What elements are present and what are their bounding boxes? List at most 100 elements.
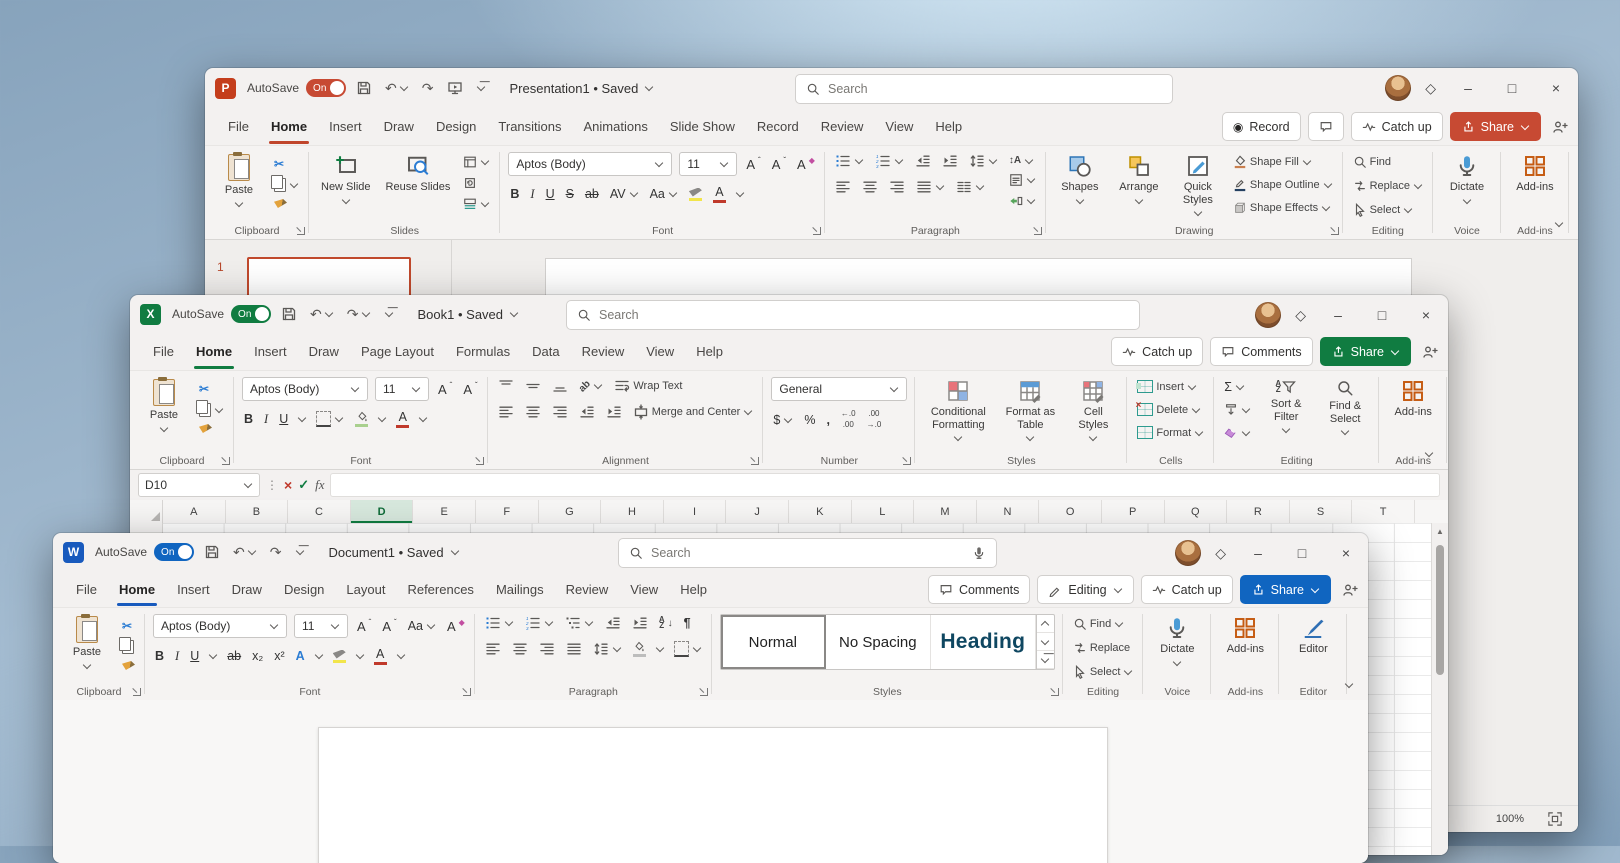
subscript-button[interactable]: x₂ <box>250 648 265 664</box>
grow-font-button[interactable]: Aˆ <box>436 381 454 398</box>
ribbon-tab[interactable]: Mailings <box>485 571 555 607</box>
ribbon-tab[interactable]: Review <box>555 571 620 607</box>
close-button[interactable]: × <box>1404 295 1448 335</box>
decrease-indent-button[interactable] <box>603 614 623 632</box>
scroll-up-icon[interactable]: ▲ <box>1432 523 1448 536</box>
sort-button[interactable]: AZ↓ <box>657 616 675 631</box>
paragraph-dialog-launcher[interactable] <box>1034 227 1042 235</box>
quick-styles-button[interactable]: Quick Styles <box>1172 152 1224 219</box>
avatar[interactable] <box>1175 540 1201 566</box>
column-header[interactable]: F <box>476 500 539 523</box>
minimize-button[interactable]: – <box>1446 68 1490 108</box>
column-header[interactable]: A <box>163 500 226 523</box>
column-header[interactable]: R <box>1227 500 1290 523</box>
accounting-format-button[interactable]: $ <box>771 412 795 428</box>
premium-diamond-icon[interactable]: ◇ <box>1425 80 1436 97</box>
avatar[interactable] <box>1385 75 1411 101</box>
quick-access-customize-button[interactable] <box>381 308 397 320</box>
merge-center-button[interactable]: Merge and Center <box>631 403 756 421</box>
redo-button[interactable]: ↷ <box>419 78 437 99</box>
align-left-button[interactable] <box>483 640 503 658</box>
undo-button[interactable]: ↶ <box>307 304 337 325</box>
redo-button[interactable]: ↷ <box>344 304 374 325</box>
ribbon-tab[interactable]: Page Layout <box>350 333 445 370</box>
clear-formatting-button[interactable]: A◆ <box>795 156 817 173</box>
bottom-align-button[interactable] <box>550 377 570 395</box>
orientation-button[interactable]: ab <box>577 380 606 393</box>
people-icon[interactable] <box>1342 582 1358 598</box>
vertical-scrollbar[interactable]: ▲ <box>1431 523 1448 855</box>
minimize-button[interactable]: – <box>1316 295 1360 335</box>
copy-button[interactable] <box>120 639 136 655</box>
styles-dialog-launcher[interactable] <box>1051 688 1059 696</box>
strikethrough-button[interactable]: ab <box>225 648 243 664</box>
multilevel-list-button[interactable] <box>563 614 596 632</box>
designer-button[interactable]: Designer <box>1577 152 1578 196</box>
line-spacing-button[interactable] <box>591 640 624 658</box>
cut-button[interactable]: ✂ <box>120 618 134 634</box>
cancel-button[interactable]: × <box>284 477 292 493</box>
shapes-button[interactable]: Shapes <box>1054 152 1106 207</box>
shrink-font-button[interactable]: Aˇ <box>461 381 479 398</box>
share-button[interactable]: Share <box>1450 112 1541 141</box>
document-title[interactable]: Presentation1 • Saved <box>510 81 655 96</box>
font-name-combo[interactable]: Aptos (Body) <box>508 152 672 176</box>
column-header[interactable]: J <box>726 500 789 523</box>
column-header[interactable]: L <box>852 500 915 523</box>
character-spacing-button[interactable]: AV <box>608 186 641 202</box>
select-button[interactable]: Select <box>1351 202 1416 218</box>
enter-button[interactable]: ✓ <box>298 477 309 493</box>
number-dialog-launcher[interactable] <box>903 457 911 465</box>
column-header[interactable]: H <box>601 500 664 523</box>
ribbon-tab[interactable]: File <box>217 108 260 145</box>
bold-button[interactable]: B <box>242 411 255 427</box>
align-right-button[interactable] <box>887 178 907 196</box>
shape-fill-button[interactable]: Shape Fill <box>1231 154 1314 170</box>
paste-button[interactable]: Paste <box>213 152 265 210</box>
maximize-button[interactable]: □ <box>1280 533 1324 573</box>
ribbon-tab[interactable]: Home <box>260 108 318 145</box>
column-header[interactable]: N <box>977 500 1040 523</box>
ribbon-tab[interactable]: Record <box>746 108 810 145</box>
ribbon-tab[interactable]: View <box>635 333 685 370</box>
font-size-combo[interactable]: 11 <box>294 614 348 638</box>
decrease-indent-button[interactable] <box>913 152 933 170</box>
find-select-button[interactable]: Find & Select <box>1319 377 1371 438</box>
align-left-button[interactable] <box>496 403 516 421</box>
column-header[interactable]: C <box>288 500 351 523</box>
ribbon-tab[interactable]: Help <box>685 333 734 370</box>
font-color-button[interactable]: A <box>394 409 411 429</box>
catch-up-button[interactable]: Catch up <box>1111 337 1203 366</box>
ribbon-tab[interactable]: Help <box>669 571 718 607</box>
cut-button[interactable]: ✂ <box>197 381 211 397</box>
comments-button[interactable] <box>1308 112 1344 141</box>
share-button[interactable]: Share <box>1320 337 1411 366</box>
ribbon-tab[interactable]: Design <box>425 108 487 145</box>
ribbon-tab[interactable]: Design <box>273 571 335 607</box>
fill-color-button[interactable] <box>353 410 370 428</box>
autosave-toggle[interactable]: On <box>231 305 271 323</box>
sort-filter-button[interactable]: AZSort & Filter <box>1260 377 1312 436</box>
insert-function-button[interactable]: fx <box>315 477 324 493</box>
ribbon-tab[interactable]: Slide Show <box>659 108 746 145</box>
add-ins-button[interactable]: Add-ins <box>1219 614 1271 658</box>
paragraph-dialog-launcher[interactable] <box>700 688 708 696</box>
ribbon-tab[interactable]: Home <box>185 333 243 370</box>
powerpoint-app-icon[interactable]: P <box>215 78 236 99</box>
font-dialog-launcher[interactable] <box>813 227 821 235</box>
replace-button[interactable]: Replace <box>1351 178 1425 194</box>
clipboard-dialog-launcher[interactable] <box>133 688 141 696</box>
paste-button[interactable]: Paste <box>61 614 113 672</box>
find-button[interactable]: Find <box>1351 154 1393 170</box>
grow-font-button[interactable]: Aˆ <box>355 618 373 635</box>
font-dialog-launcher[interactable] <box>476 457 484 465</box>
percent-style-button[interactable]: % <box>802 412 817 428</box>
text-direction-button[interactable]: ↕A <box>1007 154 1036 167</box>
gallery-down-button[interactable] <box>1037 633 1054 651</box>
text-effects-button[interactable]: A <box>294 648 307 664</box>
copy-button[interactable] <box>272 177 301 193</box>
change-case-button[interactable]: Aa <box>406 618 438 634</box>
word-app-icon[interactable]: W <box>63 542 84 563</box>
save-button[interactable] <box>353 78 375 98</box>
style-card[interactable]: No Spacing <box>826 615 931 669</box>
